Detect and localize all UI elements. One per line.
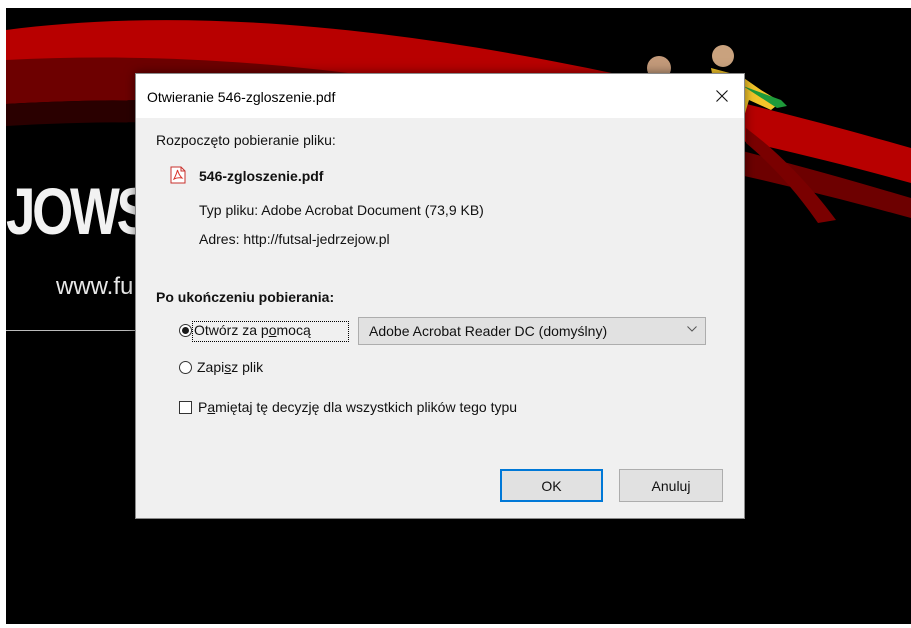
open-with-label[interactable]: Otwórz za pomocą: [194, 322, 311, 338]
dialog-title: Otwieranie 546-zgloszenie.pdf: [147, 89, 336, 105]
file-name: 546-zgloszenie.pdf: [199, 168, 324, 184]
cancel-button[interactable]: Anuluj: [619, 469, 723, 502]
address-label: Adres:: [199, 231, 240, 247]
background-divider: [6, 330, 146, 331]
close-icon: [716, 90, 728, 102]
chevron-down-icon: [687, 326, 697, 332]
ok-button[interactable]: OK: [500, 469, 603, 502]
open-with-radio[interactable]: [179, 324, 192, 337]
close-button[interactable]: [700, 74, 744, 118]
remember-label[interactable]: Pamiętaj tę decyzję dla wszystkich plikó…: [198, 399, 517, 415]
file-type-label: Typ pliku:: [199, 202, 259, 218]
app-select-value: Adobe Acrobat Reader DC (domyślny): [369, 323, 608, 339]
background-url-text: www.fu: [56, 273, 134, 300]
download-dialog: Otwieranie 546-zgloszenie.pdf Rozpoczęto…: [135, 73, 745, 519]
app-select-dropdown[interactable]: Adobe Acrobat Reader DC (domyślny): [358, 317, 706, 345]
address-value: http://futsal-jedrzejow.pl: [243, 231, 390, 247]
file-type-value: Adobe Acrobat Document (73,9 KB): [261, 202, 484, 218]
address-row: Adres: http://futsal-jedrzejow.pl: [199, 231, 390, 247]
background-logo-text: JOWS: [6, 174, 152, 248]
download-intro-text: Rozpoczęto pobieranie pliku:: [156, 132, 336, 148]
pdf-file-icon: [170, 166, 186, 184]
save-file-radio[interactable]: [179, 361, 192, 374]
save-file-label[interactable]: Zapisz plik: [197, 359, 263, 375]
dialog-titlebar[interactable]: Otwieranie 546-zgloszenie.pdf: [136, 74, 744, 118]
remember-checkbox[interactable]: [179, 401, 192, 414]
after-download-heading: Po ukończeniu pobierania:: [156, 289, 335, 305]
file-type-row: Typ pliku: Adobe Acrobat Document (73,9 …: [199, 202, 484, 218]
